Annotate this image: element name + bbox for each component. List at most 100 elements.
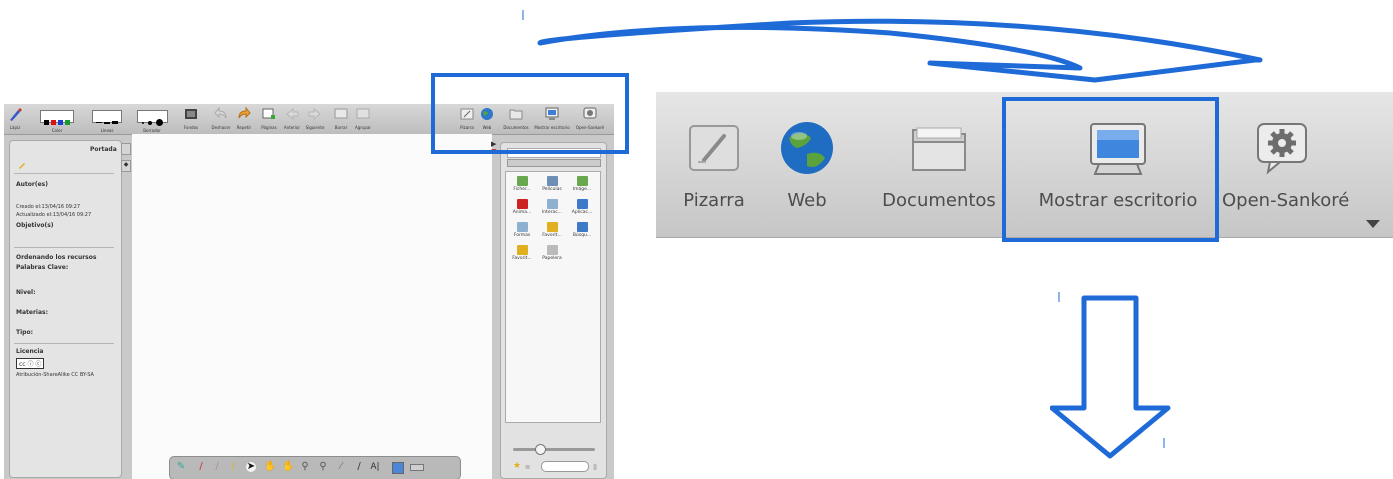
tool-undo[interactable]: Deshacer <box>208 106 234 130</box>
eraser-icon[interactable]: / <box>212 462 222 472</box>
library-scrollbar[interactable] <box>507 159 601 167</box>
panel-tab[interactable]: ◆ <box>121 160 131 172</box>
library-item[interactable]: Formas <box>508 222 536 238</box>
folder-icon <box>546 222 558 232</box>
group-icon <box>356 108 370 119</box>
mode-web-button[interactable]: Web <box>774 120 840 211</box>
pen-tool-icon[interactable]: / <box>196 462 206 472</box>
tool-eraser[interactable]: Borrador <box>131 106 173 133</box>
mode-board-button[interactable]: Pizarra <box>674 120 754 211</box>
cc-badge: cc ⓘ ⓒ <box>16 358 45 369</box>
authors-label: Autor(es) <box>16 181 48 188</box>
color-swatches[interactable] <box>40 110 74 125</box>
library-item[interactable]: Favorit... <box>538 222 566 238</box>
tool-erase-page[interactable]: Borrar <box>332 106 350 130</box>
level-label: Nivel: <box>16 289 36 296</box>
tool-lines-label: Líneas <box>100 128 114 133</box>
library-item[interactable]: Imáge... <box>568 176 596 192</box>
folder-icon <box>516 222 528 232</box>
mode-web-label: Web <box>787 190 827 211</box>
tool-pen[interactable]: Lápiz <box>8 106 22 130</box>
created-date: Creado el:13/04/16 09:27 <box>16 204 81 210</box>
pointer-icon[interactable]: ➤ <box>246 462 256 472</box>
tool-color[interactable]: Color <box>31 106 83 133</box>
play-hand-icon[interactable]: ✋ <box>282 462 294 472</box>
whiteboard-icon <box>689 125 739 171</box>
arrow-left-icon <box>286 107 299 121</box>
trash-icon[interactable]: ▮ <box>593 462 597 471</box>
library-item[interactable]: Anima... <box>508 199 536 215</box>
undo-icon <box>214 106 227 119</box>
tool-color-label: Color <box>51 128 63 133</box>
marker-icon[interactable]: / <box>228 462 238 472</box>
objectives-label: Objetivo(s) <box>16 222 54 229</box>
library-item[interactable]: Papelera <box>538 245 566 261</box>
eraser-sizes[interactable] <box>136 110 168 126</box>
laser-icon[interactable]: ⁄ <box>336 462 346 472</box>
tool-pen-label: Lápiz <box>9 125 21 130</box>
palette-icon[interactable]: ✎ <box>176 462 186 472</box>
down-arrow <box>1050 292 1171 459</box>
tool-undo-label: Deshacer <box>211 125 231 130</box>
folder-icon <box>576 199 588 209</box>
zoom-slider-handle[interactable] <box>535 444 546 455</box>
document-info-panel: Portada Autor(es) Creado el:13/04/16 09:… <box>9 140 122 478</box>
panel-tab[interactable] <box>121 143 131 155</box>
library-item[interactable]: Aplicac... <box>568 199 596 215</box>
mode-sankore-button[interactable]: Open-Sankoré <box>1222 120 1350 211</box>
folder-icon <box>516 245 528 255</box>
line-icon[interactable]: / <box>354 462 364 472</box>
folder-icon <box>516 199 528 209</box>
board-canvas[interactable] <box>132 134 492 479</box>
tool-erase-page-label: Borrar <box>334 125 348 130</box>
keywords-label: Palabras Clave: <box>16 264 69 271</box>
panel-title: Portada <box>90 146 117 153</box>
dropdown-arrow-icon[interactable] <box>1364 217 1382 229</box>
folder-icon <box>912 127 966 171</box>
license-text: Atribución-ShareAlike CC BY-SA <box>16 372 94 378</box>
zoom-in-icon[interactable]: ⚲ <box>300 462 310 472</box>
library-item[interactable]: Ficher... <box>508 176 536 192</box>
tool-lines[interactable]: Líneas <box>89 106 125 133</box>
trash-icon <box>546 245 558 255</box>
panel-tabs: ◆ <box>119 140 133 180</box>
type-label: Tipo: <box>16 329 33 336</box>
pencil-icon[interactable] <box>18 161 26 169</box>
text-icon[interactable]: A| <box>370 462 380 472</box>
mode-board-label: Pizarra <box>683 190 745 211</box>
folder-icon <box>546 199 558 209</box>
arrow-right-icon <box>308 107 321 121</box>
library-item[interactable]: Favorit... <box>508 245 536 261</box>
stylus-toolbar: ✎ / / / ➤ ✋ ✋ ⚲ ⚲ ⁄ / A| <box>169 456 461 479</box>
mode-documents-button[interactable]: Documentos <box>876 120 1002 211</box>
tool-pages[interactable]: Páginas <box>260 106 278 130</box>
library-panel: Ficher... Películas Imáge... Anima... In… <box>500 142 607 479</box>
redo-icon <box>238 106 251 119</box>
mode-sankore-label: Open-Sankoré <box>1222 190 1350 211</box>
updated-date: Actualizado el:13/04/16 09:27 <box>16 212 92 218</box>
erase-page-icon <box>334 108 348 119</box>
tool-redo[interactable]: Repetir <box>234 106 254 130</box>
tool-next[interactable]: Siguiente <box>304 106 326 130</box>
capture-icon[interactable] <box>392 462 404 474</box>
license-label: Licencia <box>16 348 44 355</box>
library-item[interactable]: Búsqu... <box>568 222 596 238</box>
library-search-input[interactable] <box>541 461 589 472</box>
star-icon[interactable]: ★ <box>513 462 521 471</box>
folder-small-icon[interactable]: ▪ <box>525 462 530 471</box>
keyboard-icon[interactable] <box>410 464 424 471</box>
line-widths[interactable] <box>92 110 122 124</box>
tool-previous[interactable]: Anterior <box>281 106 303 130</box>
curved-arrow <box>522 10 1263 83</box>
hand-icon[interactable]: ✋ <box>264 462 276 472</box>
tool-group[interactable]: Agrupar <box>352 106 374 130</box>
tool-backgrounds[interactable]: Fondos <box>182 106 200 130</box>
tool-pages-label: Páginas <box>261 125 277 130</box>
library-item[interactable]: Interac... <box>538 199 566 215</box>
zoom-out-icon[interactable]: ⚲ <box>318 462 328 472</box>
backgrounds-icon <box>185 109 197 119</box>
library-item[interactable]: Películas <box>538 176 566 192</box>
desktop-mode-highlight <box>1002 97 1219 242</box>
zoom-slider-track[interactable] <box>513 448 595 451</box>
folder-icon <box>516 176 528 186</box>
